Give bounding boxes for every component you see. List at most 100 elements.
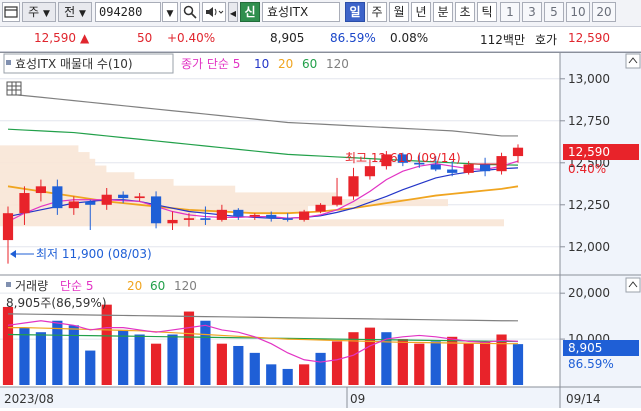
ask-label: 호가 (535, 33, 558, 47)
volume-bar (463, 343, 474, 385)
code-dropdown-button[interactable]: ▼ (162, 2, 178, 22)
period-tab-5[interactable]: 초 (455, 2, 475, 22)
interval-button-2[interactable]: 5 (544, 2, 564, 22)
volume-tick-label: 20,000 (568, 286, 610, 300)
volume-bar (85, 350, 96, 385)
volume-current-text: 8,905주(86,59%) (6, 296, 107, 310)
candle-body (430, 164, 441, 170)
change-percent: +0.40% (167, 31, 216, 45)
volume-bar (414, 343, 425, 385)
quote-bar: 12,590 ▲ 50 +0.40% 8,905 86.59% 0.08% 11… (0, 27, 641, 52)
ma5-legend: 종가 단순 5 (181, 57, 240, 71)
volume-profile-bar (0, 172, 135, 180)
volume-profile-bar (0, 212, 196, 220)
volume-bar (266, 364, 277, 385)
volume-bar (150, 343, 162, 385)
chart-area[interactable]: 효성ITX 매물대 수(10) 종가 단순 5 10 20 60 120 최고 … (0, 52, 641, 408)
candle-body (134, 196, 145, 199)
interval-button-1[interactable]: 3 (522, 2, 542, 22)
volume-bar (68, 325, 79, 385)
vol-ma5-legend: 단순 5 (60, 279, 94, 293)
scroll-up-button[interactable] (625, 53, 641, 69)
ma10-legend: 10 (254, 57, 269, 71)
credit-tag: 신 (240, 2, 260, 22)
volume-scroll-up-button[interactable] (625, 277, 641, 293)
candle-body (35, 186, 47, 194)
chevron-down-icon: ▼ (166, 9, 174, 19)
volume-bar (52, 320, 63, 385)
volume-bar (134, 334, 145, 385)
volume-bar (118, 329, 129, 385)
volume-bar (233, 345, 244, 385)
period-tab-0[interactable]: 일 (345, 2, 365, 22)
volume-legend-title: 거래량 (15, 279, 48, 293)
volume-profile-bar (0, 152, 90, 160)
candle-body (282, 218, 293, 220)
candle-body (150, 196, 162, 224)
interval-button-4[interactable]: 20 (592, 2, 616, 22)
volume-bar (101, 304, 112, 385)
period-tab-6[interactable]: 틱 (477, 2, 497, 22)
interval-button-0[interactable]: 1 (500, 2, 520, 22)
vol-ma60-legend: 60 (150, 279, 165, 293)
triangle-left-icon: ◀ (229, 9, 237, 18)
volume-bar (183, 311, 195, 385)
date-label-aug: 2023/08 (4, 392, 54, 406)
window-icon[interactable] (2, 2, 20, 22)
volume-bar (331, 341, 343, 385)
volume-legend-marker (6, 282, 11, 287)
candle-body (447, 169, 458, 173)
candle-body (233, 209, 244, 217)
volume-bar (348, 332, 359, 385)
candle-body (249, 214, 260, 217)
volume-bar (282, 368, 293, 385)
volume-profile-bar (0, 219, 504, 227)
candle-body (364, 166, 376, 177)
ask-price: 12,590 (568, 31, 610, 45)
volume-bar (364, 327, 376, 385)
search-button[interactable] (180, 2, 200, 22)
high-annotation: 최고 12,610 (09/14) (345, 151, 461, 165)
trade-amount: 112백만 (480, 33, 525, 47)
market-select[interactable]: 전 ▼ (58, 2, 92, 22)
price-legend-title: 효성ITX 매물대 수(10) (15, 57, 133, 71)
period-tab-2[interactable]: 월 (389, 2, 409, 22)
prev-item-button[interactable]: ◀ (228, 2, 238, 22)
period-tab-3[interactable]: 년 (411, 2, 431, 22)
date-label-sep: 09 (350, 392, 365, 406)
volume-bar (512, 344, 524, 385)
volume-profile-bar (0, 165, 107, 173)
volume-bar (430, 341, 441, 385)
speaker-button[interactable] (202, 2, 226, 22)
legend-marker (6, 60, 11, 65)
volume-bar (315, 352, 326, 385)
low-annotation: 최저 11,900 (08/03) (36, 247, 152, 261)
period-tab-1[interactable]: 주 (367, 2, 387, 22)
stock-chart[interactable]: 효성ITX 매물대 수(10) 종가 단순 5 10 20 60 120 최고 … (0, 52, 641, 408)
grid-icon[interactable] (6, 81, 22, 96)
price-tick-label: 12,250 (568, 198, 610, 212)
price-change: 50 (137, 31, 153, 45)
code-input[interactable]: 094280 (95, 2, 161, 22)
volume-bar (447, 336, 458, 385)
market-label: 전 (64, 5, 76, 19)
vol-ma20-legend: 20 (127, 279, 142, 293)
volume-ratio: 86.59% (330, 31, 376, 45)
volume-bar (35, 332, 47, 385)
candle-body (101, 194, 112, 205)
volume-bar (397, 339, 408, 385)
interval-button-3[interactable]: 10 (566, 2, 590, 22)
volume-bar (216, 343, 227, 385)
volume-value: 8,905 (270, 31, 305, 45)
candle-body (479, 164, 491, 172)
search-icon (183, 5, 197, 19)
volume-bar (479, 341, 491, 385)
period-tab-4[interactable]: 분 (433, 2, 453, 22)
volume-profile-bar (0, 158, 96, 166)
candle-body (52, 186, 63, 209)
price-tick-label: 12,000 (568, 240, 610, 254)
type-select[interactable]: 주 ▼ (22, 2, 56, 22)
turnover-percent: 0.08% (390, 31, 429, 45)
ma60-legend: 60 (302, 57, 317, 71)
volume-profile-bar (0, 185, 236, 193)
